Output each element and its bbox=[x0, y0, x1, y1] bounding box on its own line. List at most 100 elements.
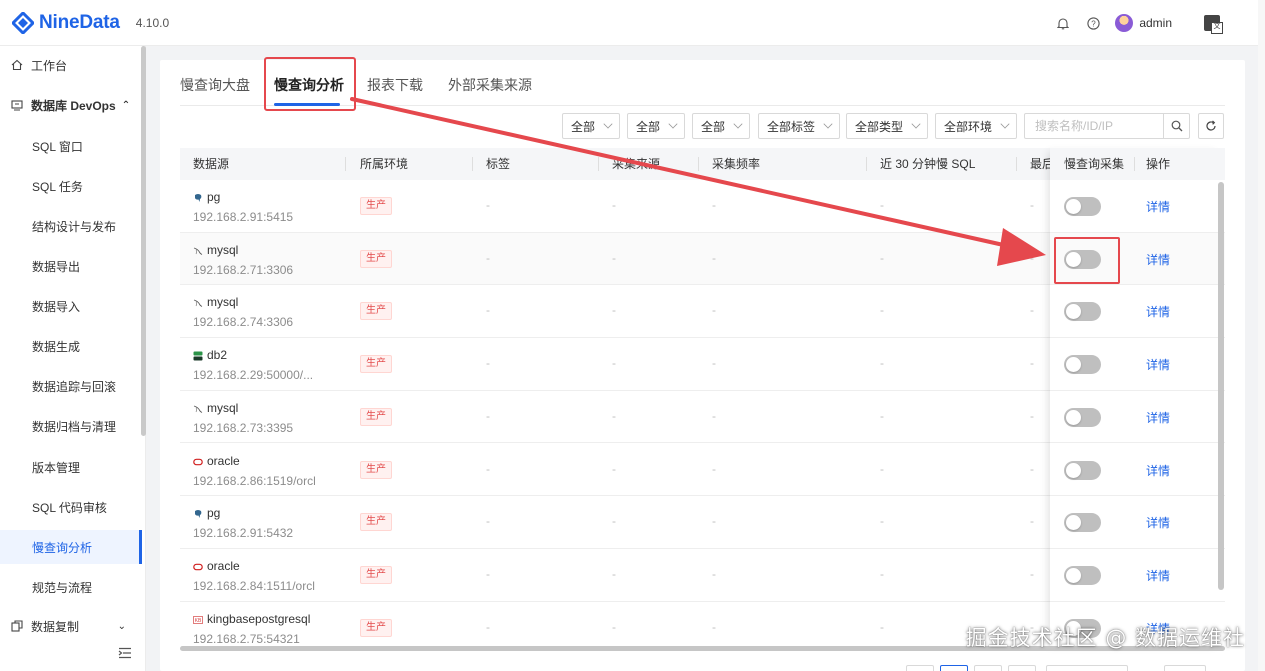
username[interactable]: admin bbox=[1139, 16, 1172, 30]
sidebar-item-spec-flow[interactable]: 规范与流程 bbox=[0, 570, 140, 604]
empty-cell: - bbox=[712, 303, 716, 318]
search-input[interactable] bbox=[1025, 114, 1163, 138]
datasource-address: 192.168.2.86:1519/orcl bbox=[193, 473, 316, 488]
empty-cell: - bbox=[880, 356, 884, 371]
chevron-down-icon bbox=[911, 119, 921, 129]
empty-cell: - bbox=[612, 619, 616, 634]
sidebar-item-schema-design[interactable]: 结构设计与发布 bbox=[0, 209, 140, 243]
datasource-name[interactable]: mysql bbox=[193, 401, 238, 415]
detail-link[interactable]: 详情 bbox=[1146, 251, 1170, 268]
slow-query-collect-toggle[interactable] bbox=[1064, 407, 1101, 427]
select-value: 全部标签 bbox=[767, 119, 816, 134]
slow-query-collect-toggle[interactable] bbox=[1064, 513, 1101, 533]
sidebar: 工作台 数据库 DevOps ⌃ SQL 窗口 SQL 任务 结构设计与发布 数… bbox=[0, 46, 146, 671]
empty-cell: - bbox=[612, 566, 616, 581]
sidebar-item-label: 工作台 bbox=[31, 58, 68, 73]
filter-select-tags[interactable]: 全部标签 bbox=[758, 113, 840, 139]
filter-select-types[interactable]: 全部类型 bbox=[846, 113, 928, 139]
table-row-fixed: 详情 bbox=[1050, 444, 1225, 497]
filter-select-3[interactable]: 全部 bbox=[692, 113, 750, 139]
filter-select-2[interactable]: 全部 bbox=[627, 113, 685, 139]
pager-prev[interactable] bbox=[906, 665, 934, 671]
logo[interactable]: NineData bbox=[12, 11, 120, 34]
sidebar-item-workbench[interactable]: 工作台 bbox=[0, 48, 140, 82]
collapse-menu-icon[interactable] bbox=[118, 647, 132, 659]
sidebar-item-data-export[interactable]: 数据导出 bbox=[0, 249, 140, 283]
refresh-button[interactable] bbox=[1198, 113, 1224, 139]
pager-page[interactable] bbox=[974, 665, 1002, 671]
tab-external-source[interactable]: 外部采集来源 bbox=[448, 75, 532, 95]
empty-cell: - bbox=[612, 408, 616, 423]
help-icon[interactable]: ? bbox=[1085, 15, 1101, 31]
sidebar-item-data-trace[interactable]: 数据追踪与回滚 bbox=[0, 369, 140, 403]
pager-page-current[interactable] bbox=[940, 665, 968, 671]
datasource-name[interactable]: pg bbox=[193, 506, 220, 520]
datasource-name[interactable]: pg bbox=[193, 190, 220, 204]
sidebar-item-label: 数据导入 bbox=[32, 299, 81, 314]
sidebar-item-data-replication[interactable]: 数据复制 ⌄ bbox=[0, 609, 140, 643]
detail-link[interactable]: 详情 bbox=[1146, 462, 1170, 479]
page-jump-input[interactable] bbox=[1164, 665, 1206, 671]
filter-select-1[interactable]: 全部 bbox=[562, 113, 620, 139]
select-value: 全部 bbox=[701, 119, 726, 134]
pager-next[interactable] bbox=[1008, 665, 1036, 671]
copy-icon bbox=[10, 620, 23, 633]
empty-cell: - bbox=[1030, 408, 1034, 423]
column-header: 慢查询采集 bbox=[1064, 157, 1125, 171]
search-box bbox=[1024, 113, 1190, 139]
empty-cell: - bbox=[880, 408, 884, 423]
datasource-name[interactable]: mysql bbox=[193, 243, 238, 257]
empty-cell: - bbox=[712, 250, 716, 265]
table-row-fixed: 详情 bbox=[1050, 338, 1225, 391]
detail-link[interactable]: 详情 bbox=[1146, 198, 1170, 215]
slow-query-collect-toggle[interactable] bbox=[1064, 302, 1101, 322]
sidebar-item-sql-task[interactable]: SQL 任务 bbox=[0, 169, 140, 203]
filter-select-env[interactable]: 全部环境 bbox=[935, 113, 1017, 139]
sidebar-item-slow-query[interactable]: 慢查询分析 bbox=[0, 530, 142, 564]
bell-icon[interactable] bbox=[1055, 15, 1071, 31]
vertical-scrollbar[interactable] bbox=[1218, 182, 1224, 590]
datasource-label: mysql bbox=[207, 242, 239, 257]
postgres-elephant-icon bbox=[193, 192, 203, 202]
search-icon[interactable] bbox=[1163, 114, 1189, 138]
sidebar-scrollbar[interactable] bbox=[141, 46, 146, 436]
empty-cell: - bbox=[1030, 250, 1034, 265]
chevron-down-icon bbox=[733, 119, 743, 129]
sidebar-item-data-generate[interactable]: 数据生成 bbox=[0, 329, 140, 363]
column-divider bbox=[598, 157, 599, 171]
sidebar-group-devops[interactable]: 数据库 DevOps ⌃ bbox=[0, 88, 140, 122]
page-size-select[interactable] bbox=[1046, 665, 1128, 671]
detail-link[interactable]: 详情 bbox=[1146, 356, 1170, 373]
slow-query-collect-toggle[interactable] bbox=[1064, 565, 1101, 585]
slow-query-collect-toggle[interactable] bbox=[1064, 197, 1101, 216]
tab-report-download[interactable]: 报表下载 bbox=[367, 75, 423, 95]
datasource-name[interactable]: KB kingbasepostgresql bbox=[193, 612, 310, 626]
detail-link[interactable]: 详情 bbox=[1146, 514, 1170, 531]
datasource-address: 192.168.2.71:3306 bbox=[193, 262, 294, 277]
detail-link[interactable]: 详情 bbox=[1146, 409, 1170, 426]
column-header: 标签 bbox=[486, 157, 511, 171]
empty-cell: - bbox=[880, 303, 884, 318]
datasource-name[interactable]: mysql bbox=[193, 295, 238, 309]
datasource-address: 192.168.2.29:50000/... bbox=[193, 368, 314, 383]
avatar[interactable] bbox=[1115, 14, 1134, 32]
kingbase-icon: KB bbox=[193, 614, 203, 624]
sidebar-item-data-import[interactable]: 数据导入 bbox=[0, 289, 140, 323]
svg-text:?: ? bbox=[1091, 19, 1096, 28]
datasource-label: kingbasepostgresql bbox=[207, 611, 311, 626]
language-switch-icon[interactable] bbox=[1204, 15, 1223, 34]
datasource-name[interactable]: oracle bbox=[193, 454, 240, 468]
datasource-name[interactable]: oracle bbox=[193, 559, 240, 573]
sidebar-item-sql-window[interactable]: SQL 窗口 bbox=[0, 129, 140, 163]
slow-query-collect-toggle[interactable] bbox=[1064, 460, 1101, 480]
sidebar-item-sql-review[interactable]: SQL 代码审核 bbox=[0, 490, 140, 524]
sidebar-item-version-manage[interactable]: 版本管理 bbox=[0, 450, 140, 484]
sidebar-item-data-archive[interactable]: 数据归档与清理 bbox=[0, 409, 140, 443]
select-value: 全部环境 bbox=[944, 119, 993, 134]
tab-slow-query-dashboard[interactable]: 慢查询大盘 bbox=[180, 75, 250, 95]
slow-query-collect-toggle[interactable] bbox=[1064, 355, 1101, 375]
empty-cell: - bbox=[880, 461, 884, 476]
datasource-name[interactable]: db2 bbox=[193, 348, 227, 362]
detail-link[interactable]: 详情 bbox=[1146, 567, 1170, 584]
detail-link[interactable]: 详情 bbox=[1146, 303, 1170, 320]
